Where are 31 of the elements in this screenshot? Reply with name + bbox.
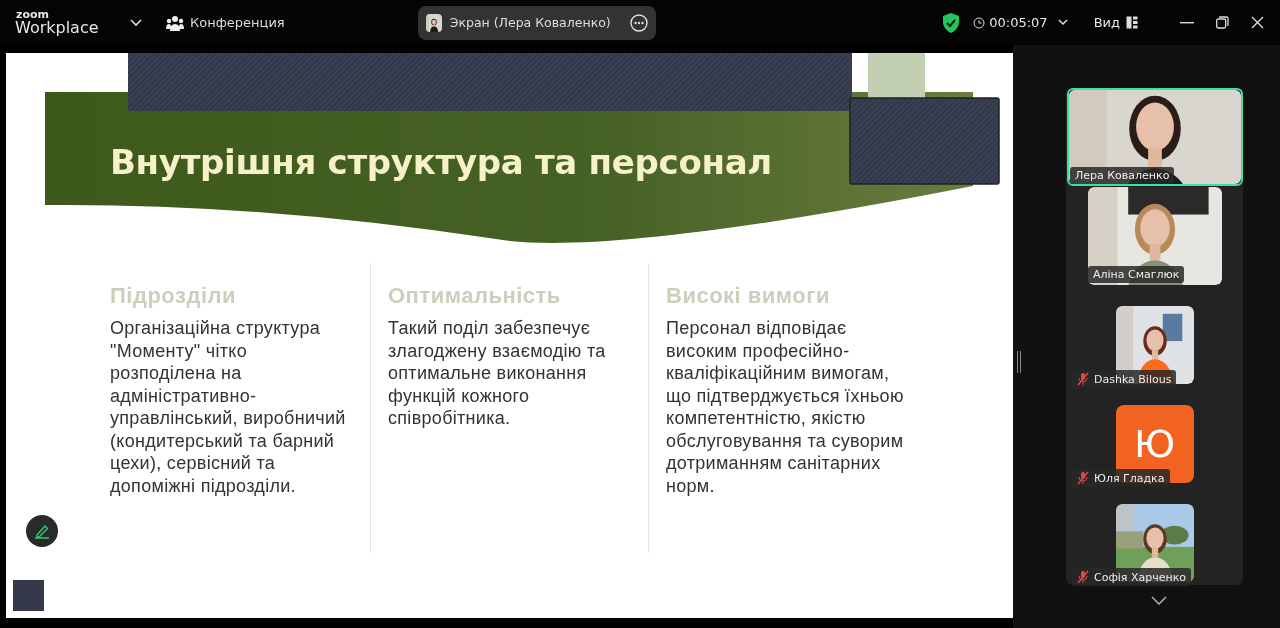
meeting-timer: 00:05:07	[989, 15, 1048, 30]
share-indicator[interactable]: Экран (Лера Коваленко)	[417, 5, 656, 40]
column-paragraph: Організаційна структура "Моменту" чітко розподілена на адміністративно-управлінський, виробничий (кондитерський та барний цехи), сервісний та допоміжні підрозділи.	[110, 317, 347, 497]
annotate-button[interactable]	[26, 515, 58, 547]
logo-text: Workplace	[15, 20, 100, 36]
name-label: Аліна Смаглюк	[1088, 266, 1185, 283]
close-icon[interactable]	[1251, 16, 1264, 29]
name-label: Софія Харченко	[1072, 568, 1192, 586]
view-button[interactable]: Вид	[1093, 15, 1138, 30]
logo-text: zoom	[15, 9, 50, 20]
clock-icon	[973, 16, 986, 29]
meeting-label[interactable]: Конференция	[190, 15, 285, 30]
layout-icon	[1126, 16, 1138, 29]
column-heading: Підрозділи	[110, 283, 237, 309]
more-icon[interactable]	[629, 13, 648, 32]
chevron-down-icon[interactable]	[1151, 596, 1167, 605]
restore-icon[interactable]	[1216, 16, 1229, 29]
column-heading: Оптимальність	[388, 283, 562, 309]
name-label: Dashka Bilous	[1072, 370, 1177, 388]
people-icon	[166, 14, 184, 31]
shield-icon[interactable]	[941, 11, 962, 34]
slide-title: Внутрішня структура та персонал	[110, 142, 772, 182]
column-paragraph: Такий поділ забезпечує злагоджену взаємодію та оптимальне виконання функцій кожного співробітника.	[388, 317, 607, 430]
minimize-icon[interactable]	[1180, 21, 1194, 24]
column-paragraph: Персонал відповідає високим професійно-кваліфікаційним вимогам, що підтверджується їхньою компетентністю, якістю обслуговування та суворим дотриманням санітарних норм.	[666, 317, 905, 497]
name-label: Лера Коваленко	[1070, 167, 1175, 184]
pencil-icon	[34, 523, 50, 539]
slide-thumbnail[interactable]	[13, 580, 44, 611]
column-heading: Високі вимоги	[666, 283, 831, 309]
avatar-initial: Ю	[1134, 422, 1175, 466]
name-label: Юля Гладка	[1072, 469, 1170, 487]
